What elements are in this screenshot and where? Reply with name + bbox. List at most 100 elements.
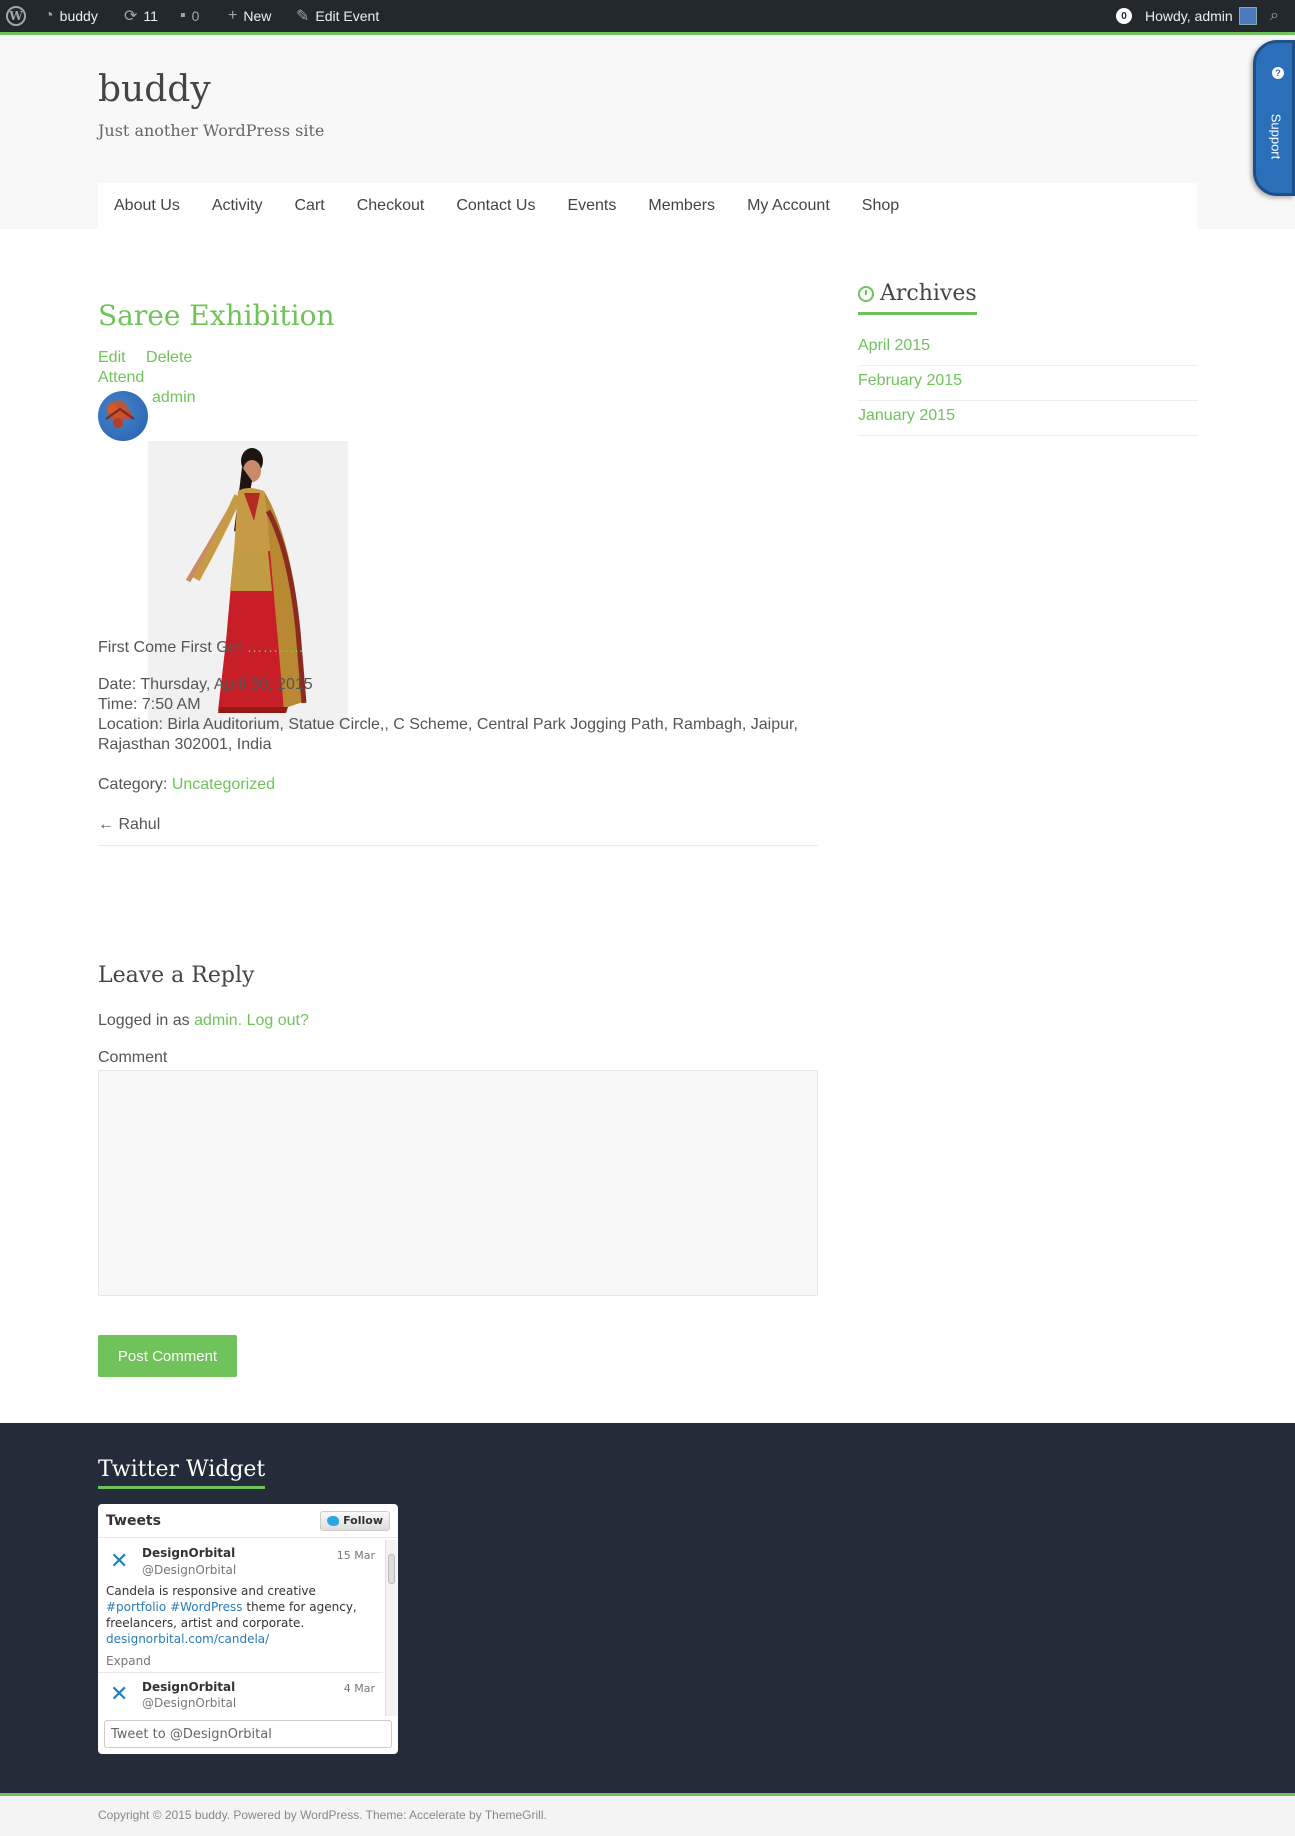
tweet-url-link[interactable]: designorbital.com/candela/	[106, 1631, 366, 1647]
footer-widgets: Twitter Widget Tweets Follow ✕ DesignOrb…	[0, 1423, 1295, 1793]
comment-label: Comment	[98, 1049, 168, 1066]
comment-textarea[interactable]	[98, 1070, 818, 1296]
twitter-bird-icon	[327, 1515, 340, 1526]
archive-link-april-2015[interactable]: April 2015	[858, 331, 1198, 366]
excerpt-text: First Come First Get	[98, 639, 243, 656]
site-description: Just another WordPress site	[98, 121, 325, 140]
twitter-widget-title: Twitter Widget	[98, 1457, 266, 1489]
event-location-line-2: Rajasthan 302001, India	[98, 736, 272, 753]
nav-item-checkout[interactable]: Checkout	[357, 197, 425, 215]
tweet-author-name[interactable]: DesignOrbital	[142, 1680, 235, 1694]
support-label: Support	[1268, 113, 1284, 160]
wordpress-icon: W	[6, 6, 26, 26]
site-title[interactable]: buddy	[98, 69, 211, 110]
edit-link[interactable]: Edit	[98, 349, 126, 366]
reply-title: Leave a Reply	[98, 963, 255, 988]
site-footer: Copyright © 2015 buddy. Powered by WordP…	[0, 1793, 1295, 1836]
logged-in-note: Logged in as admin. Log out?	[98, 1012, 309, 1029]
category-label: Category:	[98, 776, 168, 793]
tweet-expand-link[interactable]: Expand	[106, 1654, 151, 1668]
logout-link[interactable]: Log out?	[247, 1012, 309, 1029]
plus-icon: +	[228, 7, 238, 24]
archives-title: Archives	[880, 281, 977, 306]
nav-item-activity[interactable]: Activity	[212, 197, 263, 215]
new-content-button[interactable]: + New	[228, 0, 271, 32]
comments-count: 0	[191, 8, 200, 24]
notifications-button[interactable]: 0	[1116, 0, 1132, 32]
updates-button[interactable]: ⟳ 11	[124, 0, 158, 32]
archives-widget-title: Archives	[858, 281, 977, 315]
tweet-text-line-1: Candela is responsive and creative	[106, 1584, 316, 1598]
designorbital-avatar-icon: ✕	[110, 1549, 129, 1574]
archive-link-january-2015[interactable]: January 2015	[858, 401, 1198, 436]
nav-item-cart[interactable]: Cart	[294, 197, 324, 215]
timeline-header: Tweets Follow	[98, 1504, 398, 1538]
event-location: Location: Birla Auditorium, Statue Circl…	[98, 716, 798, 733]
clock-icon	[858, 285, 874, 302]
archive-link-february-2015[interactable]: February 2015	[858, 366, 1198, 401]
attend-link[interactable]: Attend	[98, 369, 144, 387]
scrollbar-thumb[interactable]	[388, 1554, 395, 1584]
tweet-date[interactable]: 4 Mar	[344, 1682, 375, 1695]
admin-avatar	[1238, 7, 1257, 25]
nav-item-events[interactable]: Events	[567, 197, 616, 215]
dashboard-icon: ◔	[44, 7, 54, 24]
post-actions: Edit Delete	[98, 349, 192, 367]
comments-button[interactable]: ▪ 0	[180, 0, 199, 32]
new-label: New	[243, 8, 272, 24]
author-link[interactable]: admin	[152, 389, 196, 407]
divider	[98, 845, 818, 846]
previous-post-link[interactable]: ← Rahul	[98, 815, 160, 835]
author-avatar[interactable]	[98, 391, 148, 441]
tweet-author-name[interactable]: DesignOrbital	[142, 1546, 235, 1560]
tweet-date[interactable]: 15 Mar	[337, 1549, 375, 1562]
tweet-to-input[interactable]: Tweet to @DesignOrbital	[104, 1720, 392, 1748]
tweet-text-line-3: freelancers, artist and corporate.	[106, 1616, 305, 1630]
logged-in-user-link[interactable]: admin	[194, 1012, 238, 1029]
nav-item-my-account[interactable]: My Account	[747, 197, 830, 215]
category-link[interactable]: Uncategorized	[172, 776, 275, 793]
tweet-text: Candela is responsive and creative #port…	[106, 1583, 366, 1647]
notifications-count: 0	[1116, 8, 1132, 24]
post-comment-button[interactable]: Post Comment	[98, 1335, 237, 1377]
nav-item-members[interactable]: Members	[648, 197, 715, 215]
comment-icon: ▪	[180, 7, 186, 24]
search-button[interactable]: ⌕	[1270, 0, 1279, 32]
tweet[interactable]: ✕ DesignOrbital @DesignOrbital 15 Mar Ca…	[98, 1539, 383, 1673]
follow-button[interactable]: Follow	[320, 1510, 390, 1531]
help-icon: ?	[1272, 67, 1284, 79]
follow-label: Follow	[343, 1514, 383, 1527]
edit-event-button[interactable]: ✎ Edit Event	[296, 0, 379, 32]
tweet-author-handle[interactable]: @DesignOrbital	[142, 1696, 236, 1710]
timeline-scrollbar[interactable]	[385, 1540, 397, 1716]
delete-link[interactable]: Delete	[146, 349, 192, 366]
excerpt-more-link[interactable]: ………..	[246, 639, 303, 656]
site-header: buddy Just another WordPress site About …	[0, 35, 1295, 229]
site-name-label: buddy	[59, 8, 98, 24]
account-menu[interactable]: Howdy, admin	[1145, 0, 1257, 32]
updates-count: 11	[143, 8, 158, 24]
copyright-text: Copyright © 2015 buddy. Powered by WordP…	[98, 1808, 547, 1822]
event-time: Time: 7:50 AM	[98, 696, 201, 713]
refresh-icon: ⟳	[124, 8, 138, 25]
admin-bar: W ◔ buddy ⟳ 11 ▪ 0 + New ✎ Edit Event 0 …	[0, 0, 1295, 32]
tweet-author-handle[interactable]: @DesignOrbital	[142, 1563, 236, 1577]
logged-in-prefix: Logged in as	[98, 1012, 190, 1029]
wordpress-logo-button[interactable]: W	[6, 0, 26, 32]
nav-item-shop[interactable]: Shop	[862, 197, 899, 215]
nav-item-contact-us[interactable]: Contact Us	[456, 197, 535, 215]
event-excerpt: First Come First Get ………..	[98, 638, 303, 658]
designorbital-avatar-icon: ✕	[110, 1682, 129, 1707]
pencil-icon: ✎	[296, 8, 310, 25]
hashtag-portfolio-link[interactable]: #portfolio	[106, 1600, 166, 1614]
hashtag-wordpress-link[interactable]: #WordPress	[170, 1600, 242, 1614]
main-navigation: About Us Activity Cart Checkout Contact …	[98, 183, 1197, 229]
twitter-timeline: Tweets Follow ✕ DesignOrbital @DesignOrb…	[98, 1504, 398, 1754]
site-name-menu[interactable]: ◔ buddy	[44, 0, 98, 32]
howdy-label: Howdy, admin	[1145, 8, 1233, 24]
tweet[interactable]: ✕ DesignOrbital @DesignOrbital 4 Mar	[98, 1674, 383, 1718]
support-tab[interactable]: ? Support	[1253, 40, 1295, 196]
nav-item-about-us[interactable]: About Us	[114, 197, 180, 215]
event-date: Date: Thursday, April 30, 2015	[98, 676, 313, 693]
tweets-heading: Tweets	[106, 1512, 161, 1529]
